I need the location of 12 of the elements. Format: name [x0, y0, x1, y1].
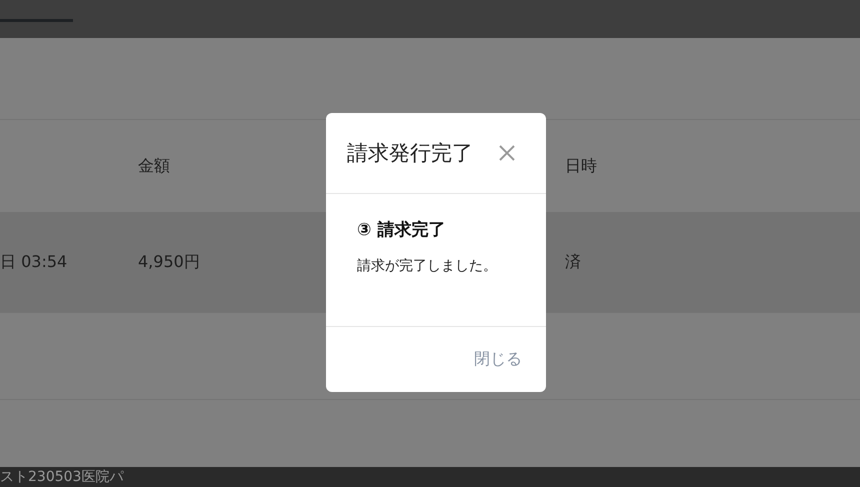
table-cell: 済 [565, 252, 581, 272]
table-cell: 日 03:54 [0, 252, 68, 272]
step-heading: ③ 請求完了 [357, 219, 446, 241]
close-button[interactable] [498, 144, 516, 162]
table-cell: 4,950円 [138, 252, 200, 272]
column-header: 日時 [565, 156, 597, 176]
dialog-title: 請求発行完了 [347, 140, 473, 167]
close-button[interactable]: 閉じる [472, 345, 524, 374]
close-icon [498, 144, 516, 162]
dialog-message: 請求が完了しました。 [357, 257, 498, 275]
table-cell: スト230503医院パ [0, 468, 124, 486]
column-header: 金額 [138, 156, 170, 176]
